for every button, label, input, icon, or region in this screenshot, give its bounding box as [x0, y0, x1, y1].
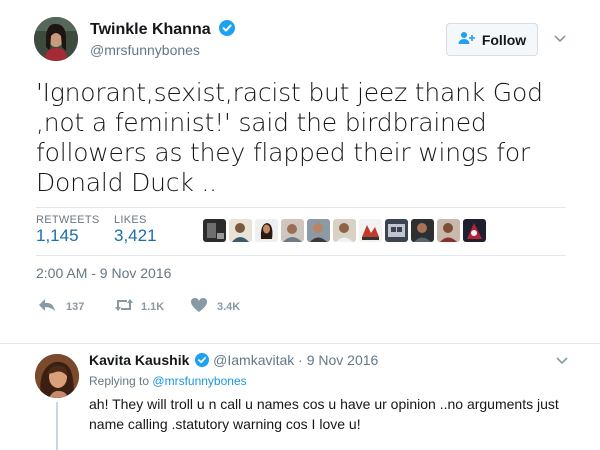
liker-avatar[interactable]	[437, 219, 460, 242]
likes-label: LIKES	[114, 214, 147, 226]
author-name-text[interactable]: Twinkle Khanna	[90, 21, 211, 38]
author-handle[interactable]: @mrsfunnybones	[90, 42, 200, 58]
reply-author-name[interactable]: Kavita Kaushik	[89, 352, 189, 368]
chevron-down-icon[interactable]	[554, 354, 570, 372]
liker-avatar[interactable]	[385, 219, 408, 242]
replying-to: Replying to @mrsfunnybones	[89, 374, 247, 388]
retweet-icon	[113, 297, 135, 316]
likers-avatars	[203, 219, 486, 242]
divider	[36, 207, 566, 208]
likes-count: 3,421	[114, 226, 157, 245]
verified-badge-icon	[195, 353, 210, 367]
liker-avatar[interactable]	[359, 219, 382, 242]
reply-author-avatar[interactable]	[35, 354, 79, 398]
liker-avatar[interactable]	[255, 219, 278, 242]
author-name[interactable]: Twinkle Khanna	[90, 20, 236, 39]
tweet-timestamp[interactable]: 2:00 AM - 9 Nov 2016	[36, 265, 171, 281]
heart-icon	[190, 297, 208, 316]
like-count: 3.4K	[217, 300, 241, 313]
liker-avatar[interactable]	[229, 219, 252, 242]
follow-label: Follow	[481, 31, 527, 48]
reply-action[interactable]: 137	[38, 297, 84, 316]
author-avatar[interactable]	[34, 17, 78, 61]
liker-avatar[interactable]	[307, 219, 330, 242]
like-action[interactable]: 3.4K	[190, 297, 240, 316]
liker-avatar[interactable]	[203, 219, 226, 242]
liker-avatar[interactable]	[411, 219, 434, 242]
reply-handle[interactable]: @Iamkavitak	[213, 352, 294, 368]
reply-count: 137	[66, 300, 85, 313]
retweets-stat[interactable]: RETWEETS 1,145	[36, 214, 100, 246]
chevron-down-icon[interactable]	[552, 32, 568, 51]
replying-prefix: Replying to	[89, 374, 150, 388]
retweet-action[interactable]: 1.1K	[113, 297, 164, 316]
tweet-text: 'Ignorant,sexist,racist but jeez thank G…	[36, 78, 543, 197]
reply-text: ah! They will troll u n call u names cos…	[89, 396, 559, 432]
reply-icon	[38, 297, 56, 316]
divider	[36, 255, 566, 256]
replying-handle-link[interactable]: @mrsfunnybones	[152, 374, 246, 388]
reply-author[interactable]: Kavita Kaushik @Iamkavitak · 9 Nov 2016	[89, 352, 378, 368]
likes-stat[interactable]: LIKES 3,421	[114, 214, 157, 246]
retweet-count: 1.1K	[141, 300, 165, 313]
retweets-label: RETWEETS	[36, 214, 100, 226]
verified-badge-icon	[219, 20, 236, 36]
follow-button[interactable]: Follow	[446, 23, 538, 56]
retweets-count: 1,145	[36, 226, 79, 245]
liker-avatar[interactable]	[333, 219, 356, 242]
liker-avatar[interactable]	[463, 219, 486, 242]
reply-date[interactable]: · 9 Nov 2016	[298, 352, 378, 368]
liker-avatar[interactable]	[281, 219, 304, 242]
thread-line	[56, 402, 58, 450]
follow-user-icon	[458, 31, 476, 48]
section-divider	[0, 343, 600, 344]
